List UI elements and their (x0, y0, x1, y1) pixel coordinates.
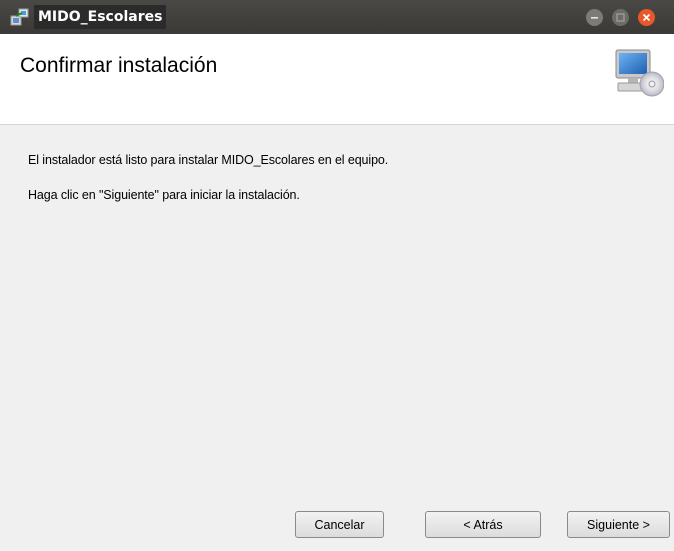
maximize-icon (612, 9, 629, 26)
instruction-message: Haga clic en "Siguiente" para iniciar la… (28, 188, 300, 202)
computer-cd-icon (612, 46, 665, 98)
maximize-button[interactable] (612, 9, 629, 26)
ready-message: El instalador está listo para instalar M… (28, 153, 389, 167)
installer-app-icon[interactable] (10, 7, 30, 27)
minimize-button[interactable] (586, 9, 603, 26)
header-banner: Confirmar instalación (0, 34, 674, 125)
installer-window: MIDO_Escolares Confirmar instalación El … (0, 0, 674, 551)
window-title: MIDO_Escolares (34, 5, 167, 29)
minimize-icon (586, 9, 603, 26)
page-title: Confirmar instalación (20, 54, 218, 77)
cancel-button[interactable]: Cancelar (295, 511, 384, 538)
next-button[interactable]: Siguiente > (567, 511, 670, 538)
close-button[interactable] (638, 9, 655, 26)
back-button[interactable]: < Atrás (425, 511, 541, 538)
close-icon (638, 9, 655, 26)
title-bar[interactable]: MIDO_Escolares (0, 0, 674, 34)
